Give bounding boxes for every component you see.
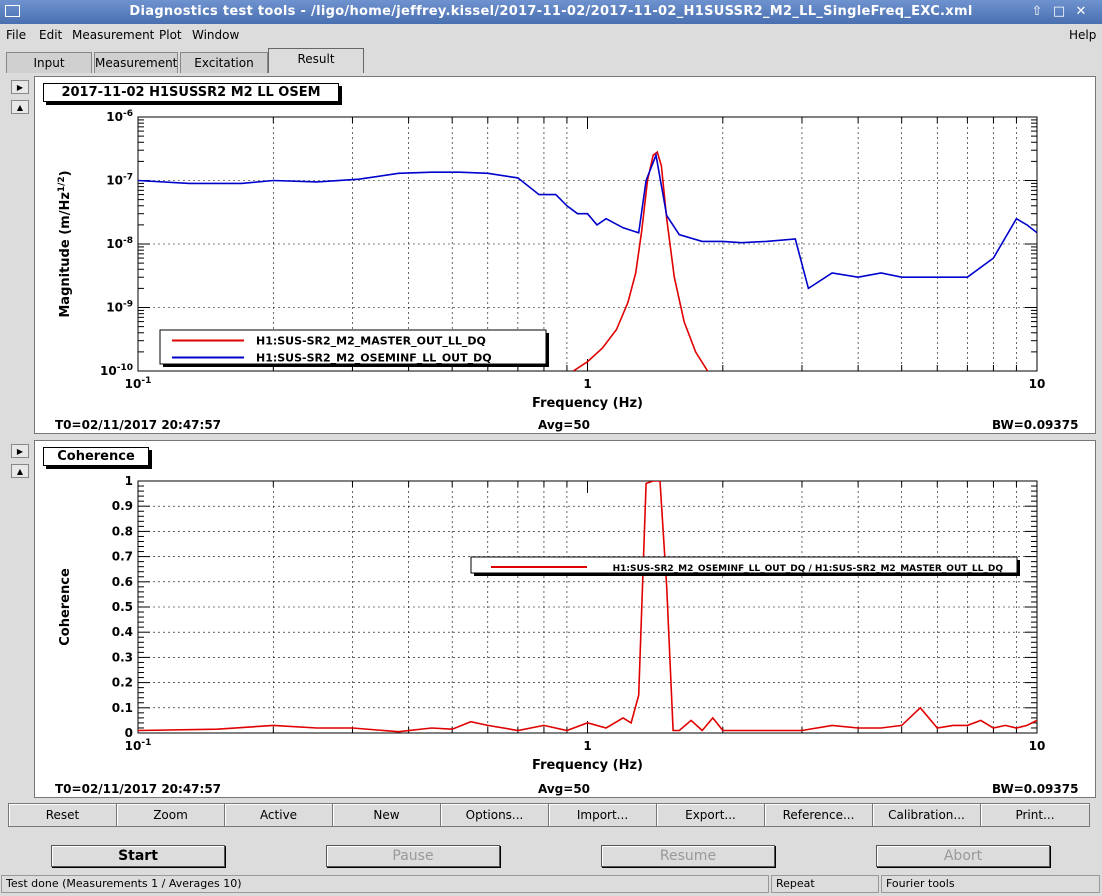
minimize-icon[interactable]: ⇧ [1028, 3, 1046, 21]
plot-frame [137, 480, 1038, 734]
reset-button[interactable]: Reset [8, 803, 117, 827]
x-tick-label: 10-1 [125, 738, 152, 753]
menu-measurement[interactable]: Measurement [72, 28, 154, 42]
maximize-icon[interactable]: □ [1050, 3, 1068, 21]
series-line-0 [572, 150, 709, 371]
y-tick-label: 10-7 [106, 173, 133, 188]
tab-input[interactable]: Input [6, 52, 92, 73]
plot1-bw: BW=0.09375 [992, 418, 1079, 432]
menu-window[interactable]: Window [192, 28, 239, 42]
y-tick-label: 0.5 [112, 600, 133, 614]
plot2-bw: BW=0.09375 [992, 782, 1079, 796]
resume-button[interactable]: Resume [601, 845, 775, 867]
legend: H1:SUS-SR2_M2_OSEMINF_LL_OUT_DQ / H1:SUS… [470, 556, 1020, 576]
status-message: Test done (Measurements 1 / Averages 10) [1, 875, 769, 893]
x-tick-label: 10 [1029, 377, 1046, 391]
x-tick-label: 10-1 [125, 376, 152, 391]
y-tick-label: 1 [125, 474, 133, 488]
menu-plot[interactable]: Plot [159, 28, 182, 42]
y-tick-label: 0.2 [112, 676, 133, 690]
plot-pane-2[interactable]: 0 0.1 0.2 0.3 0.4 0.5 0.6 0.7 0.8 0.9 1 10-1 1 10 Freq… [34, 440, 1096, 798]
plot1-t0: T0=02/11/2017 20:47:57 [55, 418, 222, 432]
export-button[interactable]: Export... [656, 803, 765, 827]
legend-entry-1: H1:SUS-SR2_M2_OSEMINF_LL_OUT_DQ [256, 352, 492, 365]
status-mode: Repeat [771, 875, 879, 893]
plot-pane-1[interactable]: 10-10 10-9 10-8 10-7 10-6 10-1 1 10 Frequency (H… [34, 76, 1096, 434]
x-axis-label: Frequency (Hz) [532, 396, 643, 411]
y-axis-label: Coherence [58, 568, 73, 646]
menu-help[interactable]: Help [1069, 28, 1096, 42]
import-button[interactable]: Import... [548, 803, 657, 827]
tab-bar: Input Measurement Excitation Result [0, 48, 1102, 74]
menu-bar: File Edit Measurement Plot Window Help [0, 24, 1102, 46]
plot1-label[interactable]: 2017-11-02 H1SUSSR2 M2 LL OSEM [43, 83, 339, 102]
y-tick-label: 10-8 [106, 236, 133, 251]
x-tick-label: 1 [583, 377, 591, 391]
new-button[interactable]: New [332, 803, 441, 827]
x-tick-label: 1 [583, 739, 591, 753]
y-tick-label: 0.1 [112, 701, 133, 715]
x-axis-label: Frequency (Hz) [532, 758, 643, 773]
window-title: Diagnostics test tools - /ligo/home/jeff… [129, 4, 973, 19]
series-line-0 [138, 481, 1037, 733]
coherence-chart[interactable]: 0 0.1 0.2 0.3 0.4 0.5 0.6 0.7 0.8 0.9 1 10-1 1 10 Freq… [35, 441, 1095, 797]
y-tick-label: 0.3 [112, 650, 133, 664]
y-tick-label: 10-10 [100, 363, 133, 378]
y-tick-label: 0.6 [112, 575, 133, 589]
tab-measurement[interactable]: Measurement [94, 52, 178, 73]
pane2-expand-button[interactable]: ▶ [11, 444, 29, 458]
pause-button[interactable]: Pause [326, 845, 500, 867]
y-tick-label: 0.7 [112, 550, 133, 564]
y-tick-label: 10-9 [106, 300, 133, 315]
menu-edit[interactable]: Edit [39, 28, 62, 42]
legend-entry-0: H1:SUS-SR2_M2_OSEMINF_LL_OUT_DQ / H1:SUS… [613, 564, 1004, 574]
title-bar: Diagnostics test tools - /ligo/home/jeff… [0, 0, 1102, 24]
series-line-1 [138, 152, 1037, 290]
tab-excitation[interactable]: Excitation [180, 52, 268, 73]
reference-button[interactable]: Reference... [764, 803, 873, 827]
series-0 [138, 481, 1037, 733]
y-tick-label: 0.9 [112, 499, 133, 513]
status-bar: Test done (Measurements 1 / Averages 10)… [0, 874, 1102, 896]
plot2-t0: T0=02/11/2017 20:47:57 [55, 782, 222, 796]
plot2-avg: Avg=50 [538, 782, 591, 796]
status-tools: Fourier tools [881, 875, 1100, 893]
plot-button-row: Reset Zoom Active New Options... Import.… [8, 803, 1090, 827]
legend: H1:SUS-SR2_M2_MASTER_OUT_LL_DQ H1:SUS-SR2… [159, 329, 549, 367]
tab-result[interactable]: Result [268, 48, 364, 73]
y-tick-label: 10-6 [106, 109, 133, 124]
y-tick-label: 0.4 [112, 625, 133, 639]
magnitude-chart[interactable]: 10-10 10-9 10-8 10-7 10-6 10-1 1 10 Frequency (H… [35, 77, 1095, 433]
close-icon[interactable]: ✕ [1072, 3, 1090, 21]
print-button[interactable]: Print... [980, 803, 1090, 827]
series-0 [572, 150, 709, 371]
calibration-button[interactable]: Calibration... [872, 803, 981, 827]
plot2-label[interactable]: Coherence [43, 447, 149, 466]
active-button[interactable]: Active [224, 803, 333, 827]
options-button[interactable]: Options... [440, 803, 549, 827]
y-tick-label: 0 [125, 726, 133, 740]
start-button[interactable]: Start [51, 845, 225, 867]
zoom-button[interactable]: Zoom [116, 803, 225, 827]
abort-button[interactable]: Abort [876, 845, 1050, 867]
pane1-expand-button[interactable]: ▶ [11, 80, 29, 94]
plot1-avg: Avg=50 [538, 418, 591, 432]
menu-file[interactable]: File [6, 28, 26, 42]
y-axis-label: Magnitude (m/Hz1/2) [57, 170, 73, 317]
pane2-collapse-button[interactable]: ▲ [11, 464, 29, 478]
series-1 [138, 152, 1037, 290]
legend-entry-0: H1:SUS-SR2_M2_MASTER_OUT_LL_DQ [256, 335, 486, 348]
x-tick-label: 10 [1029, 739, 1046, 753]
pane1-collapse-button[interactable]: ▲ [11, 100, 29, 114]
y-tick-label: 0.8 [112, 524, 133, 538]
